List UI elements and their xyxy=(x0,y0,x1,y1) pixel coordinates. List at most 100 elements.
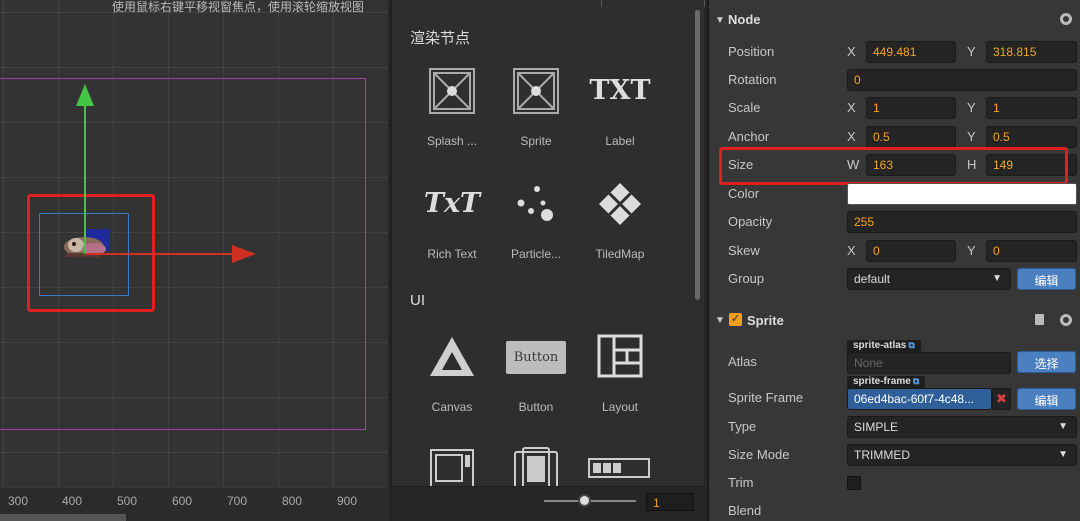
dropdown-arrow-icon: ▼ xyxy=(1058,449,1068,460)
rotation-input[interactable]: 0 xyxy=(847,69,1077,91)
gizmo-y-arrow[interactable] xyxy=(76,84,94,106)
progressbar-icon[interactable] xyxy=(588,458,650,482)
position-y-input[interactable]: 318.815 xyxy=(986,41,1077,63)
library-item-label: Button xyxy=(518,400,554,414)
sprite-enabled-checkbox[interactable]: ✓ xyxy=(729,313,742,326)
position-label: Position xyxy=(728,44,775,59)
gear-icon[interactable] xyxy=(1060,13,1072,25)
atlas-input[interactable]: None xyxy=(847,352,1011,374)
dropdown-arrow-icon: ▼ xyxy=(992,273,1002,284)
rich-text-icon: TxT xyxy=(423,188,481,219)
library-tabs xyxy=(496,0,705,7)
group-select[interactable]: default ▼ xyxy=(847,268,1011,290)
highlight-box-size xyxy=(719,147,1068,185)
anchor-y-axis: Y xyxy=(967,129,976,144)
sprite-frame-tag-text: sprite-frame xyxy=(853,376,911,387)
sprite-icon xyxy=(513,68,559,114)
library-tab[interactable] xyxy=(602,0,705,7)
scale-x-axis: X xyxy=(847,100,856,115)
scale-x-input[interactable]: 1 xyxy=(866,97,956,119)
position-x-input[interactable]: 449.481 xyxy=(866,41,956,63)
external-link-icon[interactable]: ⧉ xyxy=(908,340,914,350)
atlas-label: Atlas xyxy=(728,354,757,369)
sprite-frame-label: Sprite Frame xyxy=(728,390,804,405)
library-item-sprite[interactable]: Sprite xyxy=(494,68,578,168)
section-title-ui: UI xyxy=(410,292,425,309)
sprite-section-header[interactable]: ▼ ✓ Sprite xyxy=(709,309,1080,337)
scale-label: Scale xyxy=(728,100,761,115)
ruler-tick: 900 xyxy=(337,494,358,508)
collapse-arrow-icon[interactable]: ▼ xyxy=(715,15,725,26)
anchor-x-input[interactable]: 0.5 xyxy=(866,126,956,148)
size-mode-label: Size Mode xyxy=(728,447,790,462)
gizmo-x-arrow[interactable] xyxy=(232,245,256,263)
library-item-canvas[interactable]: Canvas xyxy=(410,334,494,434)
library-item-particle[interactable]: Particle... xyxy=(494,181,578,281)
zoom-slider-handle[interactable] xyxy=(578,494,591,507)
scene-scrollbar[interactable] xyxy=(0,514,126,521)
library-item-rich-text[interactable]: TxT Rich Text xyxy=(410,181,494,281)
group-edit-button[interactable]: 编辑 xyxy=(1017,268,1076,290)
scale-y-input[interactable]: 1 xyxy=(986,97,1077,119)
help-book-icon[interactable] xyxy=(1035,314,1044,325)
skew-label: Skew xyxy=(728,243,760,258)
gear-icon[interactable] xyxy=(1060,314,1072,326)
clear-icon[interactable]: ✖ xyxy=(992,388,1011,410)
type-label: Type xyxy=(728,419,757,434)
properties-panel: ▼ Node Position X 449.481 Y 318.815 Rota… xyxy=(707,0,1080,521)
ruler-tick: 600 xyxy=(172,494,193,508)
scrollview-icon[interactable] xyxy=(429,448,475,486)
sprite-frame-input[interactable]: 06ed4bac-60f7-4c48... xyxy=(847,388,992,410)
position-x-axis: X xyxy=(847,44,856,59)
library-item-splash[interactable]: Splash ... xyxy=(410,68,494,168)
external-link-icon[interactable]: ⧉ xyxy=(913,376,919,386)
rotation-label: Rotation xyxy=(728,72,777,87)
tiledmap-icon xyxy=(599,183,641,225)
node-section-title: Node xyxy=(728,12,761,27)
node-section-header[interactable]: ▼ Node xyxy=(709,8,1080,36)
library-item-button[interactable]: Button Button xyxy=(494,334,578,434)
library-item-label: Splash ... xyxy=(426,134,478,148)
group-value: default xyxy=(854,272,891,286)
node-library-panel: 渲染节点 Splash ... Sprite TXT Label TxT Ric… xyxy=(391,0,705,521)
library-item-label[interactable]: TXT Label xyxy=(578,68,662,168)
atlas-select-button[interactable]: 选择 xyxy=(1017,351,1076,373)
skew-y-axis: Y xyxy=(967,243,976,258)
library-tab[interactable] xyxy=(496,0,602,7)
gizmo-x-axis[interactable] xyxy=(85,253,233,255)
sprite-frame-edit-button[interactable]: 编辑 xyxy=(1017,388,1076,410)
library-item-label: Layout xyxy=(601,400,639,414)
type-select[interactable]: SIMPLE ▼ xyxy=(847,416,1077,438)
anchor-label: Anchor xyxy=(728,129,770,144)
splash-icon xyxy=(429,68,475,114)
ruler-tick: 700 xyxy=(227,494,248,508)
skew-x-input[interactable]: 0 xyxy=(866,240,956,262)
button-icon: Button xyxy=(506,341,566,374)
dropdown-arrow-icon: ▼ xyxy=(1058,421,1068,432)
canvas-icon xyxy=(430,337,474,376)
trim-checkbox[interactable] xyxy=(847,476,861,490)
ruler-tick: 300 xyxy=(8,494,29,508)
anchor-y-input[interactable]: 0.5 xyxy=(986,126,1077,148)
size-mode-value: TRIMMED xyxy=(854,448,910,462)
library-item-tiledmap[interactable]: TiledMap xyxy=(578,181,662,281)
opacity-label: Opacity xyxy=(728,214,773,229)
section-title-render: 渲染节点 xyxy=(410,30,471,47)
skew-y-input[interactable]: 0 xyxy=(986,240,1077,262)
trim-label: Trim xyxy=(728,475,754,490)
gizmo-y-axis[interactable] xyxy=(84,104,86,254)
pageview-icon[interactable] xyxy=(513,446,559,486)
library-scrollbar[interactable] xyxy=(695,10,700,300)
type-value: SIMPLE xyxy=(854,420,899,434)
group-label: Group xyxy=(728,271,765,286)
ruler-tick: 500 xyxy=(117,494,138,508)
zoom-input[interactable]: 1 xyxy=(646,493,694,511)
scene-view[interactable]: 使用鼠标右键平移视窗焦点，使用滚轮缩放视图 300 400 500 600 70… xyxy=(0,0,388,521)
sprite-section-title: Sprite xyxy=(747,313,784,328)
color-picker[interactable] xyxy=(847,183,1077,205)
size-mode-select[interactable]: TRIMMED ▼ xyxy=(847,444,1077,466)
collapse-arrow-icon[interactable]: ▼ xyxy=(715,315,725,326)
opacity-input[interactable]: 255 xyxy=(847,211,1077,233)
anchor-x-axis: X xyxy=(847,129,856,144)
library-item-layout[interactable]: Layout xyxy=(578,334,662,434)
